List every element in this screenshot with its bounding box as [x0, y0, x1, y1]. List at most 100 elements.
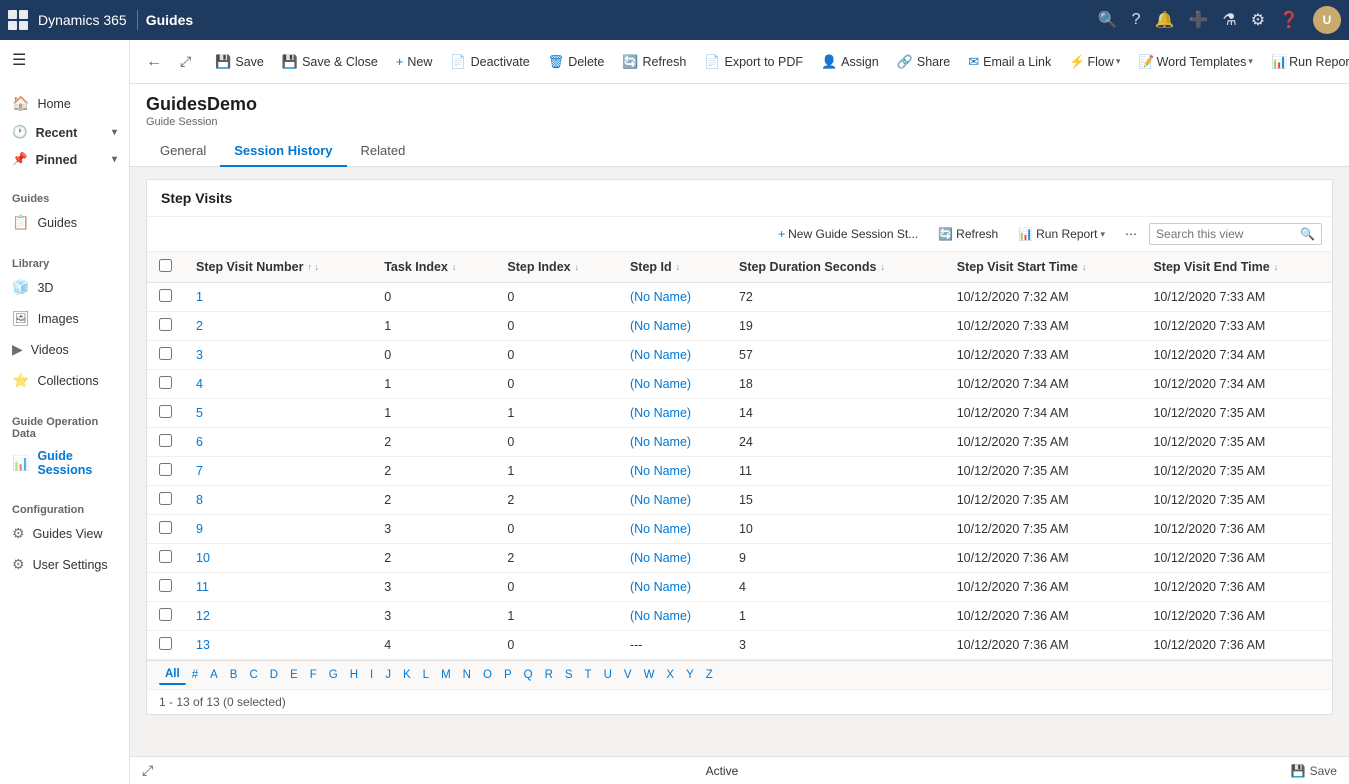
- pagination-letter[interactable]: #: [186, 666, 204, 684]
- sidebar-item-guide-sessions[interactable]: 📊 Guide Sessions: [0, 442, 129, 484]
- step-id-link[interactable]: (No Name): [630, 609, 691, 623]
- step-id-link[interactable]: (No Name): [630, 522, 691, 536]
- email-link-button[interactable]: ✉ Email a Link: [960, 49, 1059, 75]
- flow-button[interactable]: ⚡ Flow ▾: [1061, 49, 1128, 75]
- sidebar-item-guides-view[interactable]: ⚙ Guides View: [0, 518, 129, 549]
- step-id-link[interactable]: (No Name): [630, 377, 691, 391]
- help-icon[interactable]: ?: [1132, 11, 1141, 29]
- sidebar-item-user-settings[interactable]: ⚙ User Settings: [0, 549, 129, 580]
- col-step-duration[interactable]: Step Duration Seconds ↓: [727, 252, 945, 283]
- sidebar-item-images[interactable]: 🖼 Images: [0, 303, 129, 334]
- expand-icon[interactable]: ⤢: [142, 762, 153, 779]
- pagination-letter[interactable]: N: [457, 666, 477, 684]
- filter-icon[interactable]: ⚗: [1222, 10, 1236, 30]
- row-checkbox[interactable]: [159, 318, 172, 331]
- row-checkbox[interactable]: [159, 492, 172, 505]
- pagination-letter[interactable]: T: [579, 666, 598, 684]
- new-guide-session-button[interactable]: + New Guide Session St...: [770, 223, 926, 245]
- row-checkbox[interactable]: [159, 289, 172, 302]
- sidebar-item-recent[interactable]: 🕐 Recent ▾: [0, 119, 129, 146]
- plus-icon[interactable]: ➕: [1188, 10, 1208, 30]
- pagination-letter[interactable]: G: [323, 666, 344, 684]
- export-pdf-button[interactable]: 📄 Export to PDF: [696, 49, 811, 75]
- panel-refresh-button[interactable]: 🔄 Refresh: [930, 223, 1006, 245]
- select-all-header[interactable]: [147, 252, 184, 283]
- pagination-letter[interactable]: U: [598, 666, 618, 684]
- pagination-letter[interactable]: M: [435, 666, 457, 684]
- pagination-letter[interactable]: R: [539, 666, 559, 684]
- pagination-letter[interactable]: P: [498, 666, 518, 684]
- save-close-button[interactable]: 💾 Save & Close: [274, 49, 386, 75]
- pagination-letter[interactable]: I: [364, 666, 379, 684]
- pagination-letter[interactable]: K: [397, 666, 417, 684]
- pagination-letter[interactable]: V: [618, 666, 638, 684]
- tab-session-history[interactable]: Session History: [220, 136, 346, 167]
- pagination-letter[interactable]: Q: [518, 666, 539, 684]
- col-step-visit-number[interactable]: Step Visit Number ↑ ↓: [184, 252, 372, 283]
- step-visit-link[interactable]: 12: [196, 609, 210, 623]
- pagination-letter[interactable]: B: [224, 666, 244, 684]
- pagination-letter[interactable]: All: [159, 665, 186, 685]
- windows-icon[interactable]: [8, 10, 28, 30]
- step-id-link[interactable]: (No Name): [630, 551, 691, 565]
- run-report-button[interactable]: 📊 Run Report ▾: [1263, 49, 1349, 75]
- row-checkbox[interactable]: [159, 550, 172, 563]
- col-step-id[interactable]: Step Id ↓: [618, 252, 727, 283]
- pagination-letter[interactable]: F: [304, 666, 323, 684]
- step-id-link[interactable]: (No Name): [630, 464, 691, 478]
- row-checkbox[interactable]: [159, 463, 172, 476]
- step-id-link[interactable]: (No Name): [630, 290, 691, 304]
- step-id-link[interactable]: (No Name): [630, 493, 691, 507]
- status-save-button[interactable]: 💾 Save: [1291, 764, 1337, 778]
- save-button[interactable]: 💾 Save: [207, 49, 272, 75]
- question-icon[interactable]: ❓: [1279, 10, 1299, 30]
- search-input[interactable]: [1156, 227, 1296, 241]
- step-id-link[interactable]: (No Name): [630, 435, 691, 449]
- panel-run-report-button[interactable]: 📊 Run Report ▾: [1010, 223, 1113, 245]
- step-visit-link[interactable]: 8: [196, 493, 203, 507]
- step-visit-link[interactable]: 6: [196, 435, 203, 449]
- refresh-button[interactable]: 🔄 Refresh: [614, 49, 694, 75]
- step-visit-link[interactable]: 4: [196, 377, 203, 391]
- row-checkbox[interactable]: [159, 405, 172, 418]
- step-visit-link[interactable]: 2: [196, 319, 203, 333]
- select-all-checkbox[interactable]: [159, 259, 172, 272]
- pagination-letter[interactable]: O: [477, 666, 498, 684]
- step-id-link[interactable]: (No Name): [630, 319, 691, 333]
- pagination-letter[interactable]: Z: [700, 666, 719, 684]
- hamburger-menu[interactable]: ☰: [0, 40, 129, 80]
- step-visit-link[interactable]: 11: [196, 580, 209, 594]
- row-checkbox[interactable]: [159, 521, 172, 534]
- step-visit-link[interactable]: 1: [196, 290, 203, 304]
- pagination-letter[interactable]: C: [243, 666, 263, 684]
- col-start-time[interactable]: Step Visit Start Time ↓: [945, 252, 1142, 283]
- delete-button[interactable]: 🗑 Delete: [540, 49, 613, 75]
- notifications-icon[interactable]: 🔔: [1155, 10, 1175, 30]
- pagination-letter[interactable]: L: [417, 666, 435, 684]
- row-checkbox[interactable]: [159, 579, 172, 592]
- back-button[interactable]: ←: [138, 49, 170, 75]
- row-checkbox[interactable]: [159, 376, 172, 389]
- settings-icon[interactable]: ⚙: [1251, 10, 1265, 30]
- tab-related[interactable]: Related: [347, 136, 420, 167]
- user-avatar[interactable]: U: [1313, 6, 1341, 34]
- sidebar-item-guides[interactable]: 📋 Guides: [0, 207, 129, 238]
- step-id-link[interactable]: (No Name): [630, 406, 691, 420]
- sidebar-item-3d[interactable]: 🧊 3D: [0, 272, 129, 303]
- pagination-letter[interactable]: X: [660, 666, 680, 684]
- sidebar-item-pinned[interactable]: 📌 Pinned ▾: [0, 146, 129, 173]
- pagination-letter[interactable]: E: [284, 666, 304, 684]
- pagination-letter[interactable]: S: [559, 666, 579, 684]
- row-checkbox[interactable]: [159, 434, 172, 447]
- assign-button[interactable]: 👤 Assign: [813, 49, 887, 75]
- step-id-link[interactable]: (No Name): [630, 348, 691, 362]
- expand-button[interactable]: ⤢: [172, 49, 199, 74]
- step-visit-link[interactable]: 3: [196, 348, 203, 362]
- sidebar-item-videos[interactable]: ▶ Videos: [0, 334, 129, 365]
- step-visit-link[interactable]: 5: [196, 406, 203, 420]
- sidebar-item-home[interactable]: 🏠 Home: [0, 88, 129, 119]
- pagination-letter[interactable]: A: [204, 666, 224, 684]
- word-templates-button[interactable]: 📝 Word Templates ▾: [1130, 49, 1261, 75]
- pagination-letter[interactable]: Y: [680, 666, 700, 684]
- step-visit-link[interactable]: 13: [196, 638, 210, 652]
